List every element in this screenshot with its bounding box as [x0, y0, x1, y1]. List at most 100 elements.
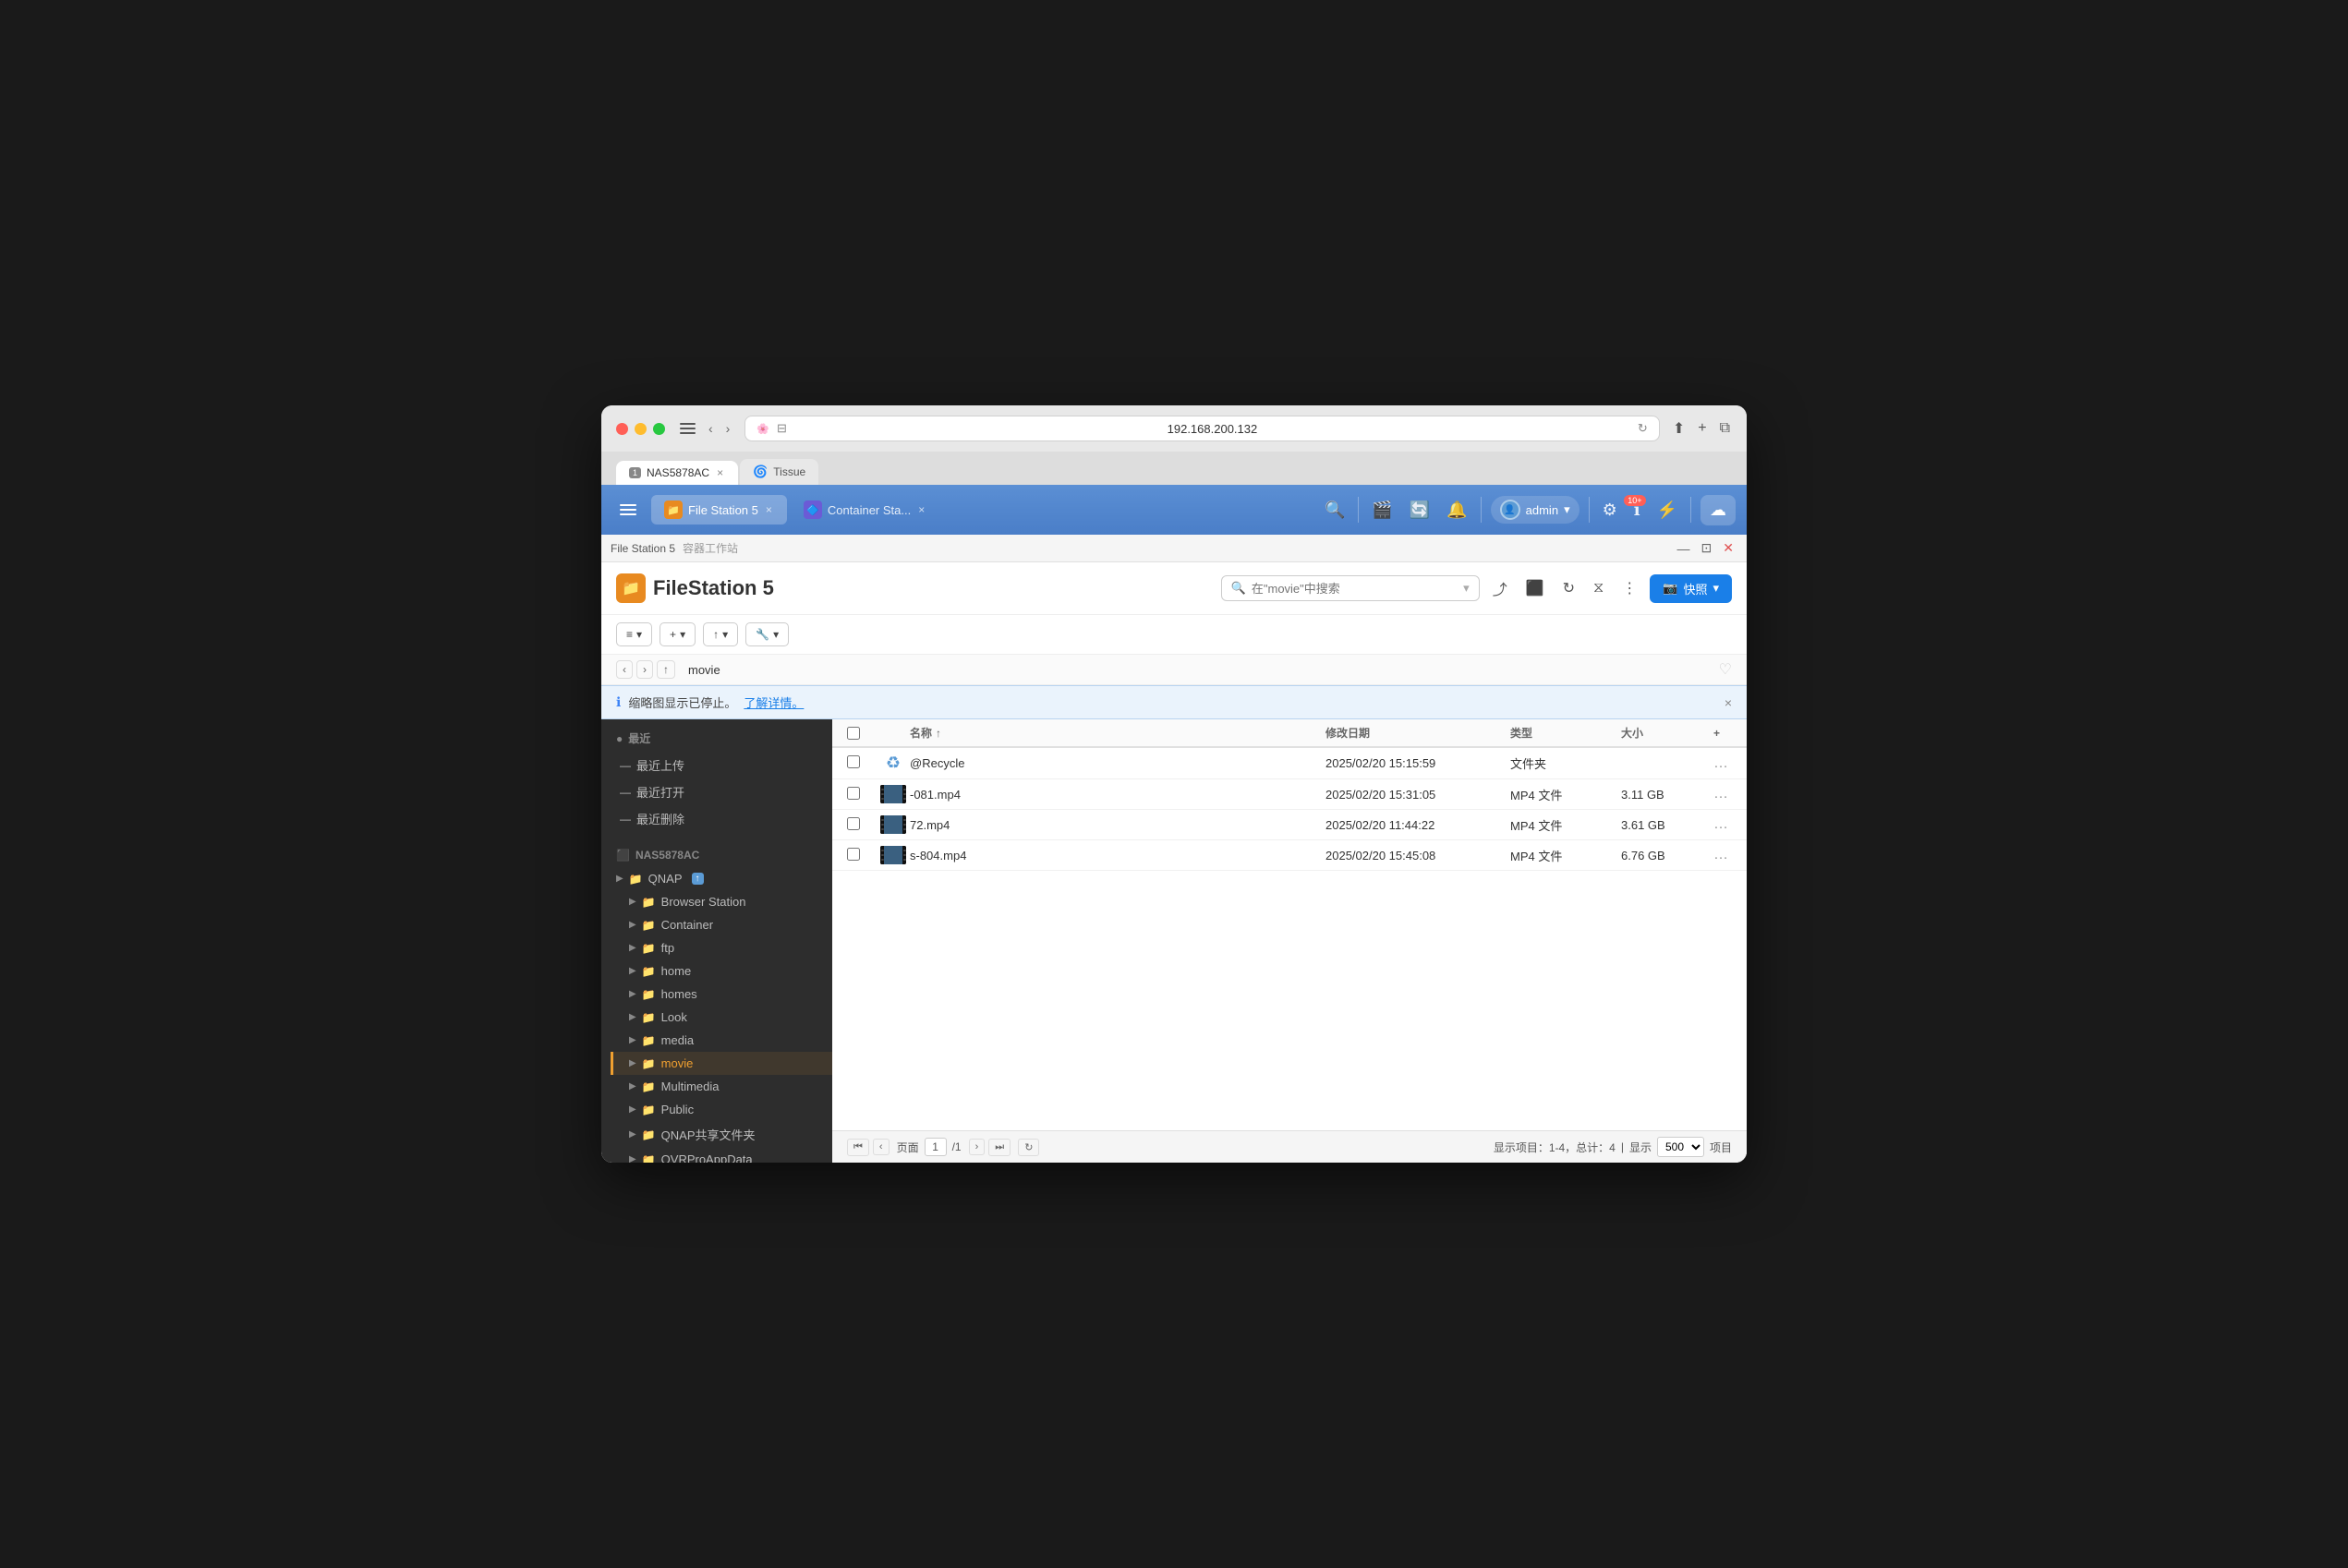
- sidebar-item-qnap-share[interactable]: ▶ 📁 QNAP共享文件夹: [611, 1121, 832, 1148]
- close-window-button[interactable]: [616, 423, 628, 435]
- col-date-header[interactable]: 修改日期: [1325, 725, 1510, 741]
- favorite-button[interactable]: ♡: [1719, 660, 1732, 679]
- row1-actions[interactable]: …: [1713, 755, 1732, 772]
- tab1-close-button[interactable]: ×: [715, 466, 725, 479]
- browser-tab-nas[interactable]: 1 NAS5878AC ×: [616, 461, 738, 485]
- prev-page-button[interactable]: ‹: [873, 1139, 890, 1155]
- table-row[interactable]: 72.mp4 2025/02/20 11:44:22 MP4 文件 3.61 G…: [832, 810, 1747, 840]
- fs-close-button[interactable]: ✕: [1719, 540, 1737, 556]
- sidebar-item-homes[interactable]: ▶ 📁 homes: [611, 983, 832, 1006]
- settings-button[interactable]: ⚙: [1599, 497, 1621, 524]
- nas-menu-button[interactable]: [612, 501, 644, 519]
- col-name-header[interactable]: 名称 ↑: [910, 725, 1325, 741]
- col-size-header[interactable]: 大小: [1621, 725, 1713, 741]
- browser-chrome: ‹ › 🌸 ⊟ ↻ ⬆ + ⧉ 1 NAS5878AC × 🌀: [601, 405, 1747, 485]
- new-tab-button[interactable]: +: [1696, 418, 1708, 439]
- film-button[interactable]: 🎬: [1368, 497, 1396, 524]
- fs-table-rows: ♻ @Recycle 2025/02/20 15:15:59 文件夹 …: [832, 748, 1747, 1130]
- search-dropdown-icon[interactable]: ▾: [1463, 581, 1470, 596]
- row-checkbox-3[interactable]: [847, 817, 877, 833]
- row2-actions[interactable]: …: [1713, 786, 1732, 802]
- nas-tab-container[interactable]: 🔷 Container Sta... ×: [791, 495, 939, 525]
- snapshot-button[interactable]: 📷 快照 ▾: [1650, 574, 1732, 603]
- copy-button[interactable]: ⧉: [1718, 418, 1732, 439]
- select-all-checkbox[interactable]: [847, 727, 860, 740]
- info-detail-link[interactable]: 了解详情。: [744, 694, 804, 711]
- sidebar-item-public[interactable]: ▶ 📁 Public: [611, 1098, 832, 1121]
- sidebar-item-qvrproappdata[interactable]: ▶ 📁 QVRProAppData: [611, 1148, 832, 1163]
- info-button[interactable]: ℹ 10+: [1630, 497, 1644, 524]
- row3-checkbox[interactable]: [847, 817, 860, 830]
- nas-tab2-close-button[interactable]: ×: [916, 503, 926, 516]
- fs-maximize-button[interactable]: ⊡: [1698, 540, 1716, 556]
- upload-button[interactable]: ↑ ▾: [703, 622, 738, 646]
- sidebar-item-recent-delete[interactable]: — 最近删除: [601, 805, 832, 832]
- share-button[interactable]: ⬆: [1671, 417, 1687, 440]
- filter-action-button[interactable]: ⧖: [1588, 576, 1609, 600]
- display-count-select[interactable]: 500 100 50: [1657, 1137, 1704, 1157]
- row3-actions[interactable]: …: [1713, 816, 1732, 833]
- sidebar-qnap-header[interactable]: ▶ 📁 QNAP ↑: [601, 867, 832, 890]
- maximize-window-button[interactable]: [653, 423, 665, 435]
- nas-user-menu[interactable]: 👤 admin ▾: [1491, 496, 1579, 524]
- refresh-list-button[interactable]: ↻: [1018, 1139, 1039, 1156]
- new-item-button[interactable]: + ▾: [660, 622, 696, 646]
- sidebar-item-media[interactable]: ▶ 📁 media: [611, 1029, 832, 1052]
- search-button[interactable]: 🔍: [1321, 497, 1349, 524]
- sidebar-item-multimedia[interactable]: ▶ 📁 Multimedia: [611, 1075, 832, 1098]
- table-row[interactable]: s-804.mp4 2025/02/20 15:45:08 MP4 文件 6.7…: [832, 840, 1747, 871]
- table-row[interactable]: ♻ @Recycle 2025/02/20 15:15:59 文件夹 …: [832, 748, 1747, 779]
- sidebar-item-home[interactable]: ▶ 📁 home: [611, 959, 832, 983]
- row1-checkbox[interactable]: [847, 755, 860, 768]
- sidebar-item-ftp[interactable]: ▶ 📁 ftp: [611, 936, 832, 959]
- row4-checkbox[interactable]: [847, 848, 860, 861]
- traffic-lights: [616, 423, 665, 435]
- sidebar-item-recent-upload[interactable]: — 最近上传: [601, 752, 832, 778]
- forward-button[interactable]: ›: [722, 419, 734, 438]
- download-action-button[interactable]: ⬛: [1520, 575, 1550, 601]
- fs-search-input[interactable]: [1252, 582, 1458, 596]
- row-checkbox-2[interactable]: [847, 787, 877, 802]
- first-page-button[interactable]: ⏮: [847, 1139, 869, 1156]
- row4-actions[interactable]: …: [1713, 847, 1732, 863]
- nas-tab-filestation[interactable]: 📁 File Station 5 ×: [651, 495, 787, 525]
- recent-delete-label: 最近删除: [636, 810, 684, 827]
- url-input[interactable]: [794, 422, 1630, 436]
- sidebar-item-container[interactable]: ▶ 📁 Container: [611, 913, 832, 936]
- reload-action-button[interactable]: ↻: [1557, 575, 1580, 601]
- refresh-button[interactable]: 🔄: [1406, 497, 1434, 524]
- sidebar-item-look[interactable]: ▶ 📁 Look: [611, 1006, 832, 1029]
- nav-up-button[interactable]: ↑: [657, 660, 675, 679]
- cloud-button[interactable]: ☁: [1700, 495, 1736, 525]
- nav-forward-button[interactable]: ›: [636, 660, 653, 679]
- row-checkbox-4[interactable]: [847, 848, 877, 863]
- view-toggle-button[interactable]: ≡ ▾: [616, 622, 652, 646]
- tools-button[interactable]: 🔧 ▾: [745, 622, 789, 646]
- more-action-button[interactable]: ⋮: [1616, 575, 1642, 601]
- sidebar-item-browser-station[interactable]: ▶ 📁 Browser Station: [611, 890, 832, 913]
- nav-back-button[interactable]: ‹: [616, 660, 633, 679]
- fs-minimize-button[interactable]: —: [1674, 540, 1694, 556]
- upload-action-button[interactable]: ⤴: [1487, 573, 1513, 603]
- qnap-label: QNAP: [648, 872, 683, 886]
- performance-button[interactable]: ⚡: [1653, 497, 1681, 524]
- col-type-header[interactable]: 类型: [1510, 725, 1621, 741]
- sidebar-item-movie[interactable]: ▶ 📁 movie: [611, 1052, 832, 1075]
- next-page-button[interactable]: ›: [969, 1139, 986, 1155]
- minimize-window-button[interactable]: [635, 423, 647, 435]
- browser-tab-tissue[interactable]: 🌀 Tissue: [740, 459, 818, 485]
- row-checkbox-1[interactable]: [847, 755, 877, 771]
- sidebar-toggle-button[interactable]: [676, 419, 699, 438]
- row2-checkbox[interactable]: [847, 787, 860, 800]
- sidebar-item-recent-open[interactable]: — 最近打开: [601, 778, 832, 805]
- nas-tab1-close-button[interactable]: ×: [764, 503, 774, 516]
- bell-button[interactable]: 🔔: [1443, 497, 1471, 524]
- reload-button[interactable]: ↻: [1638, 421, 1648, 436]
- add-col-icon[interactable]: +: [1713, 727, 1720, 740]
- last-page-button[interactable]: ⏭: [988, 1139, 1011, 1156]
- sidebar-group-qnap[interactable]: ▶ 📁 QNAP ↑ ▶ 📁 Browser Station: [601, 867, 832, 1163]
- info-close-button[interactable]: ×: [1725, 695, 1732, 710]
- back-button[interactable]: ‹: [705, 419, 717, 438]
- table-row[interactable]: -081.mp4 2025/02/20 15:31:05 MP4 文件 3.11…: [832, 779, 1747, 810]
- fs-content: 📁 FileStation 5 🔍 ▾ ⤴ ⬛ ↻ ⧖: [601, 562, 1747, 1163]
